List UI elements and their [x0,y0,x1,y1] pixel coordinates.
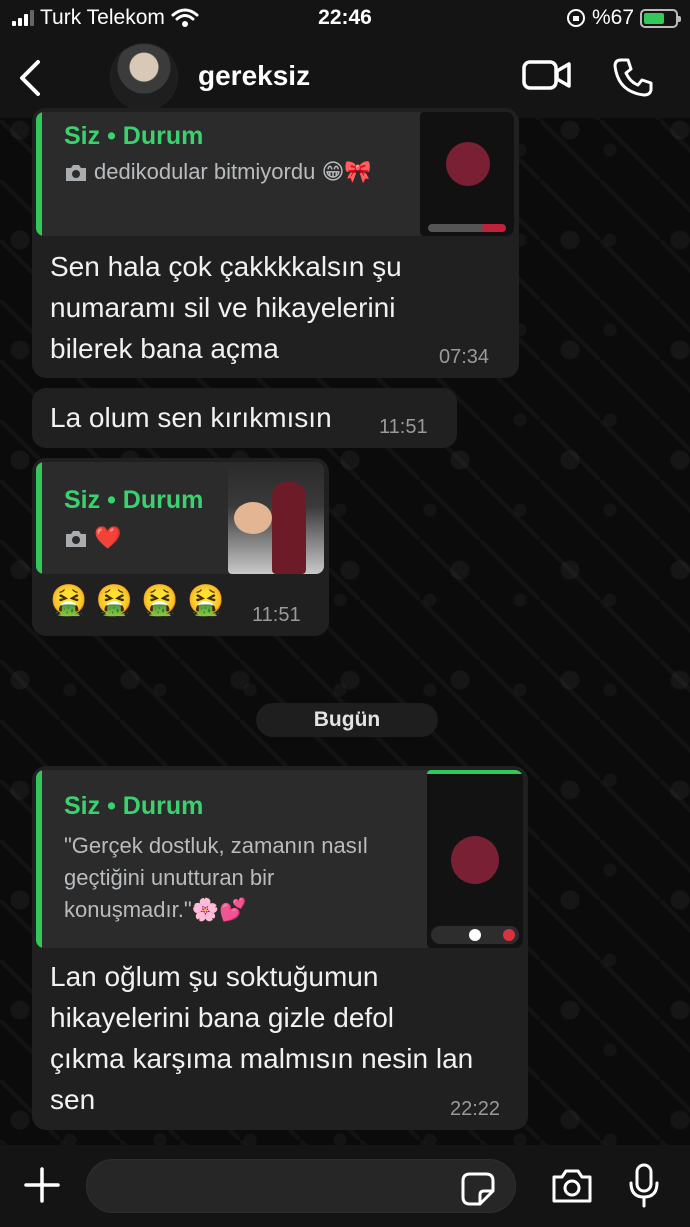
message-line: Sen hala çok çakkkkalsın şu [50,251,402,282]
sticker-icon [461,1172,495,1206]
thumbnail-avatar [451,836,499,884]
battery-icon [640,8,681,28]
quote-text-line: "Gerçek dostluk, zamanın nasıl [64,833,368,858]
voice-call-button[interactable] [612,56,654,103]
status-thumbnail[interactable] [228,462,324,574]
quote-title: Siz • Durum [64,122,204,150]
quote-accent-bar [36,112,42,236]
message-time: 11:51 [379,416,428,438]
voice-message-button[interactable] [628,1163,660,1214]
message-line: çıkma karşıma malmısın nesin lan [50,1043,474,1074]
back-button[interactable] [12,56,46,100]
message-time: 11:51 [252,604,301,626]
message-bubble[interactable]: La olum sen kırıkmısın 11:51 [32,388,457,448]
status-right: %67 [566,6,681,30]
quote-accent-bar [36,770,42,948]
quote-title: Siz • Durum [64,486,204,514]
status-reply-quote[interactable]: Siz • Durum dedikodular bitmiyordu 😁🎀 [36,112,514,236]
message-bubble[interactable]: Siz • Durum dedikodular bitmiyordu 😁🎀 Se… [32,108,519,378]
message-text: La olum sen kırıkmısın [50,402,332,433]
message-line: hikayelerini bana gizle defol [50,1002,394,1033]
camera-icon [66,165,86,182]
message-time: 22:22 [450,1098,501,1120]
date-separator: Bugün [256,703,438,737]
camera-icon [552,1169,592,1203]
quote-text: ❤️ [64,522,121,554]
status-thumbnail[interactable] [420,112,514,236]
message-input[interactable] [86,1159,516,1213]
message-line: sen [50,1084,96,1115]
thumbnail-object [234,502,272,534]
message-time: 07:34 [439,346,490,368]
battery-percent: %67 [591,6,634,29]
status-bar: Turk Telekom 22:46 %67 [0,0,690,40]
message-line: Lan oğlum şu soktuğumun [50,961,379,992]
attach-button[interactable] [22,1165,62,1205]
quote-text: dedikodular bitmiyordu 😁🎀 [64,156,404,188]
input-bar [0,1145,690,1227]
quote-title: Siz • Durum [64,792,204,820]
message-bubble[interactable]: Siz • Durum ❤️ 🤮 🤮 🤮 🤮 11:51 [32,458,329,636]
message-text: Sen hala çok çakkkkalsın şu numaramı sil… [50,246,402,369]
microphone-icon [629,1163,659,1208]
camera-button[interactable] [550,1167,594,1210]
status-reply-quote[interactable]: Siz • Durum ❤️ [36,462,324,574]
video-camera-icon [522,60,571,90]
video-call-button[interactable] [522,58,572,97]
thumbnail-controls [428,224,506,232]
orientation-lock-icon [566,9,585,27]
chat-header: gereksiz [0,40,690,118]
thumbnail-controls [431,926,519,944]
status-thumbnail[interactable] [427,770,523,948]
quote-text-line: konuşmadır."🌸💕 [64,897,247,922]
message-line: bilerek bana açma [50,333,279,364]
thumbnail-top-bar [427,770,523,774]
message-line: numaramı sil ve hikayelerini [50,292,396,323]
message-text: 🤮 🤮 🤮 🤮 [50,584,225,617]
thumbnail-avatar [446,142,490,186]
message-text: Lan oğlum şu soktuğumun hikayelerini ban… [50,956,473,1120]
chevron-left-icon [20,60,40,96]
plus-icon [24,1167,60,1203]
sticker-button[interactable] [460,1171,496,1212]
quote-accent-bar [36,462,42,574]
contact-avatar[interactable] [110,43,178,111]
status-reply-quote[interactable]: Siz • Durum "Gerçek dostluk, zamanın nas… [36,770,523,948]
camera-icon [66,531,86,548]
quote-text-content: dedikodular bitmiyordu 😁🎀 [94,159,372,184]
message-bubble[interactable]: Siz • Durum "Gerçek dostluk, zamanın nas… [32,766,528,1130]
thumbnail-person [272,482,306,574]
quote-text-content: ❤️ [94,525,122,550]
phone-icon [613,58,653,97]
quote-text: "Gerçek dostluk, zamanın nasıl geçtiğini… [64,830,434,926]
quote-text-line: geçtiğini unutturan bir [64,865,275,890]
contact-name[interactable]: gereksiz [198,60,310,92]
